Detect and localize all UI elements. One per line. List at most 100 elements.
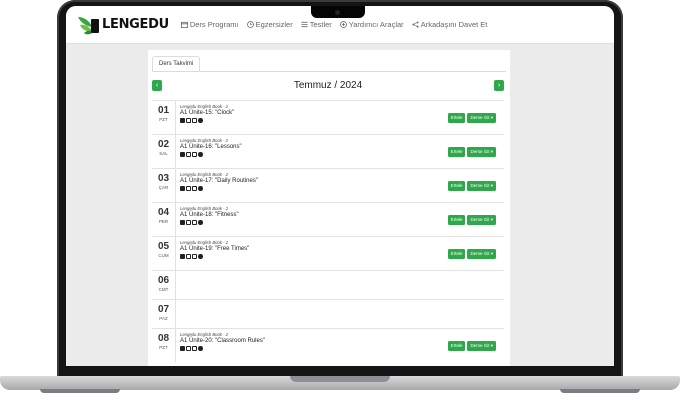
nav-egzersizler[interactable]: Egzersizler: [246, 20, 293, 29]
go-to-lesson-button[interactable]: Derse Git ▾: [467, 180, 496, 191]
quiz-icon[interactable]: [198, 152, 203, 157]
book-icon[interactable]: [180, 220, 185, 225]
book-title: Lengedu English Book - 2: [180, 104, 228, 109]
postpone-button[interactable]: Ertele: [447, 214, 466, 225]
calendar-row: 02 SAL Lengedu English Book - 2 A1 Ünite…: [152, 134, 504, 168]
nav-item-label: Ders Programı: [189, 20, 239, 29]
brand-name: LENGEDU: [102, 17, 169, 32]
month-navigation: ‹ Temmuz / 2024 ›: [152, 78, 504, 94]
book-title: Lengedu English Book - 2: [180, 138, 228, 143]
lesson-info: Lengedu English Book - 2 A1 Ünite-15: "C…: [180, 104, 234, 123]
go-to-lesson-button[interactable]: Derse Git ▾: [467, 146, 496, 157]
calendar-rows: 01 PZT Lengedu English Book - 2 A1 Ünite…: [152, 100, 504, 362]
laptop-mockup: LENGEDU Ders Programı Egzersizler Testle…: [0, 0, 680, 405]
book-icon[interactable]: [180, 152, 185, 157]
nav-arkadasini-davet-et[interactable]: Arkadaşını Davet Et: [412, 20, 487, 29]
day-number: 06: [157, 275, 170, 286]
day-number: 01: [157, 105, 170, 116]
nav-ders-programi[interactable]: Ders Programı: [180, 20, 239, 29]
day-name: CUM: [158, 253, 169, 258]
book-icon[interactable]: [180, 186, 185, 191]
resource-icons: [180, 254, 249, 259]
book-icon[interactable]: [180, 346, 185, 351]
main-menu: Ders Programı Egzersizler Testler Yardım…: [180, 20, 496, 29]
go-to-lesson-button[interactable]: Derse Git ▾: [467, 112, 496, 123]
laptop-foot-left: [40, 389, 120, 393]
browser-screen: LENGEDU Ders Programı Egzersizler Testle…: [66, 6, 614, 366]
go-to-lesson-button[interactable]: Derse Git ▾: [467, 214, 496, 225]
brand-logo[interactable]: LENGEDU: [76, 13, 169, 37]
resource-icons: [180, 220, 239, 225]
headphones-icon[interactable]: [186, 254, 191, 259]
quiz-icon[interactable]: [198, 118, 203, 123]
nav-testler[interactable]: Testler: [301, 20, 332, 29]
calendar-panel: Ders Takvimi ‹ Temmuz / 2024 › 01 PZT Le…: [148, 50, 510, 366]
resource-icons: [180, 346, 265, 351]
nav-item-label: Egzersizler: [255, 20, 293, 29]
headphones-icon[interactable]: [186, 186, 191, 191]
postpone-button[interactable]: Ertele: [447, 248, 466, 259]
day-name: SAL: [159, 151, 168, 156]
video-icon[interactable]: [192, 254, 197, 259]
book-title: Lengedu English Book - 2: [180, 240, 228, 245]
quiz-icon[interactable]: [198, 254, 203, 259]
lesson-info: Lengedu English Book - 2 A1 Ünite-16: "L…: [180, 138, 242, 157]
laptop-foot-right: [560, 389, 640, 393]
video-icon[interactable]: [192, 186, 197, 191]
day-number: 08: [157, 333, 170, 344]
calendar-row: 03 ÇAR Lengedu English Book - 2 A1 Ünite…: [152, 168, 504, 202]
video-icon[interactable]: [192, 152, 197, 157]
quiz-icon[interactable]: [198, 220, 203, 225]
resource-icons: [180, 152, 242, 157]
leaf-logo-icon: [76, 13, 100, 37]
calendar-row: 01 PZT Lengedu English Book - 2 A1 Ünite…: [152, 100, 504, 134]
calendar-row: 07 PAZ: [152, 299, 504, 328]
unit-title: A1 Ünite-17: "Daily Routines": [180, 178, 258, 184]
video-icon[interactable]: [192, 118, 197, 123]
go-to-lesson-button[interactable]: Derse Git ▾: [467, 340, 496, 351]
book-icon[interactable]: [180, 118, 185, 123]
clock-icon: [246, 21, 254, 28]
next-month-button[interactable]: ›: [494, 80, 504, 91]
day-name: PZT: [159, 117, 168, 122]
plus-circle-icon: [339, 21, 347, 28]
postpone-button[interactable]: Ertele: [447, 340, 466, 351]
day-number: 03: [157, 173, 170, 184]
lesson-info: Lengedu English Book - 2 A1 Ünite-20: "C…: [180, 332, 265, 351]
quiz-icon[interactable]: [198, 346, 203, 351]
headphones-icon[interactable]: [186, 152, 191, 157]
nav-item-label: Testler: [309, 20, 332, 29]
lesson-info: Lengedu English Book - 2 A1 Ünite-18: "F…: [180, 206, 239, 225]
headphones-icon[interactable]: [186, 118, 191, 123]
quiz-icon[interactable]: [198, 186, 203, 191]
unit-title: A1 Ünite-15: "Clock": [180, 110, 235, 116]
day-name: CMT: [158, 287, 169, 292]
headphones-icon[interactable]: [186, 346, 191, 351]
day-name: PER: [158, 219, 169, 224]
video-icon[interactable]: [192, 220, 197, 225]
list-icon: [301, 21, 308, 28]
day-cell: 08 PZT: [152, 329, 176, 362]
day-cell: 02 SAL: [152, 135, 176, 168]
go-to-lesson-button[interactable]: Derse Git ▾: [467, 248, 496, 259]
day-number: 02: [157, 139, 170, 150]
resource-icons: [180, 118, 234, 123]
calendar-icon: [180, 21, 188, 28]
nav-yardimci-araclar[interactable]: Yardımcı Araçlar: [339, 20, 404, 29]
postpone-button[interactable]: Ertele: [447, 112, 466, 123]
tab-divider: [152, 71, 506, 72]
tab-ders-takvimi[interactable]: Ders Takvimi: [152, 56, 201, 72]
row-actions: Ertele Derse Git ▾: [446, 214, 496, 225]
postpone-button[interactable]: Ertele: [447, 180, 466, 191]
row-actions: Ertele Derse Git ▾: [446, 146, 496, 157]
postpone-button[interactable]: Ertele: [447, 146, 466, 157]
headphones-icon[interactable]: [186, 220, 191, 225]
video-icon[interactable]: [192, 346, 197, 351]
day-cell: 01 PZT: [152, 101, 176, 134]
day-cell: 04 PER: [152, 203, 176, 236]
lesson-info: Lengedu English Book - 2 A1 Ünite-17: "D…: [180, 172, 258, 191]
unit-title: A1 Ünite-19: "Free Times": [180, 246, 250, 252]
row-actions: Ertele Derse Git ▾: [446, 248, 496, 259]
book-icon[interactable]: [180, 254, 185, 259]
laptop-base-notch: [290, 376, 390, 382]
